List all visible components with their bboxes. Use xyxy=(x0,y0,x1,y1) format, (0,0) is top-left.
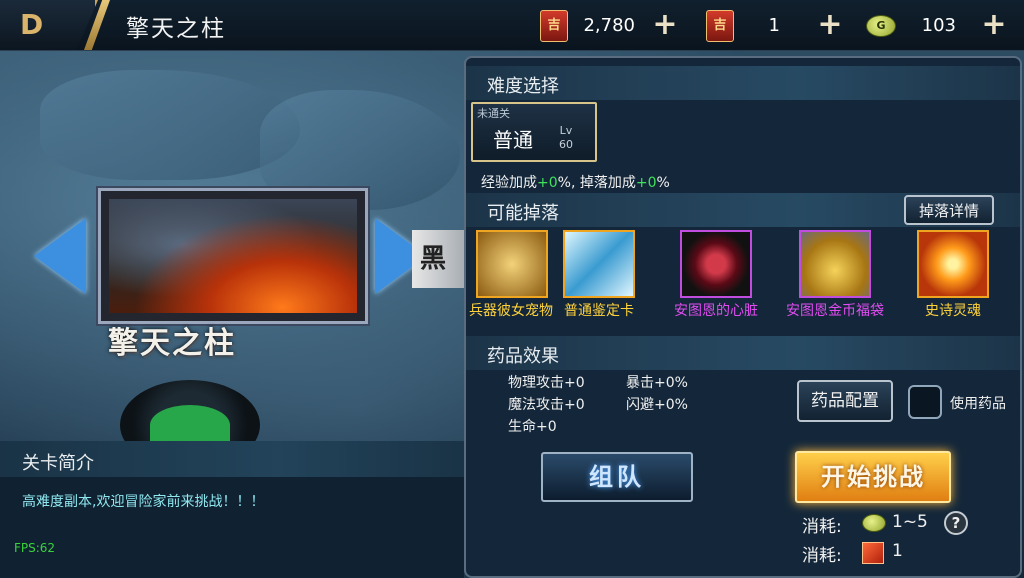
difficulty-status: 未通关 xyxy=(477,107,510,120)
stage-artwork xyxy=(109,199,357,313)
use-potion-label: 使用药品 xyxy=(950,396,1006,412)
intro-title: 关卡简介 xyxy=(22,453,94,474)
fps-counter: FPS:62 xyxy=(14,541,56,555)
intro-text: 高难度副本,欢迎冒险家前来挑战！！！ xyxy=(22,494,265,510)
difficulty-name: 普通 xyxy=(493,128,533,152)
bonus-line: 经验加成+0%, 掉落加成+0% xyxy=(481,172,670,192)
start-challenge-button[interactable]: 开始挑战 xyxy=(795,451,951,503)
critical-stat: 暴击+0% xyxy=(626,375,688,391)
exp-bonus-value: +0 xyxy=(537,175,558,191)
difficulty-title: 难度选择 xyxy=(487,76,559,97)
drop-item-slot[interactable] xyxy=(799,230,871,298)
add-currency-button[interactable]: + xyxy=(815,10,845,40)
exp-bonus-label: 经验加成 xyxy=(481,175,537,191)
difficulty-normal-button[interactable]: 未通关 普通 Lv 60 xyxy=(471,102,597,162)
hp-stat: 生命+0 xyxy=(508,419,557,435)
cost-label: 消耗: xyxy=(802,517,842,537)
ticket-icon xyxy=(862,542,884,564)
drop-list: 兵器彼女宠物 普通鉴定卡 安图恩的心脏 安图恩金币福袋 史诗灵魂 xyxy=(466,228,1020,324)
level-value: 60 xyxy=(559,138,573,151)
background-green-dial xyxy=(150,405,230,445)
bonus-suffix: % xyxy=(656,175,670,191)
drop-item-slot[interactable] xyxy=(917,230,989,298)
help-icon[interactable]: ? xyxy=(944,511,968,535)
physical-attack-stat: 物理攻击+0 xyxy=(508,375,585,391)
potion-config-button[interactable]: 药品配置 xyxy=(797,380,893,422)
drops-title: 可能掉落 xyxy=(487,203,559,224)
drop-details-button[interactable]: 掉落详情 xyxy=(904,195,994,225)
cost-label: 消耗: xyxy=(802,546,842,566)
potion-title: 药品效果 xyxy=(487,346,559,367)
drop-bonus-value: +0 xyxy=(635,175,657,191)
drop-item-name: 安图恩金币福袋 xyxy=(786,303,884,319)
drop-item-slot[interactable] xyxy=(476,230,548,298)
cost-coin-value: 1~5 xyxy=(892,512,928,532)
currency-value: 2,780 xyxy=(583,15,635,36)
drop-item-name: 安图恩的心脏 xyxy=(674,303,758,319)
difficulty-level: Lv 60 xyxy=(559,124,573,152)
currency-value: 103 xyxy=(921,15,956,36)
stage-name: 擎天之柱 xyxy=(108,326,236,361)
previous-stage-arrow-icon[interactable] xyxy=(34,218,86,294)
level-label: Lv xyxy=(559,124,573,137)
drop-item-slot[interactable] xyxy=(563,230,635,298)
add-currency-button[interactable]: + xyxy=(650,10,680,40)
add-currency-button[interactable]: + xyxy=(979,10,1009,40)
drop-item-name: 普通鉴定卡 xyxy=(564,303,634,319)
cost-ticket-value: 1 xyxy=(892,541,903,561)
currency-value: 1 xyxy=(768,15,780,36)
drop-bonus-label: %, 掉落加成 xyxy=(557,175,636,191)
use-potion-checkbox[interactable] xyxy=(908,385,942,419)
team-up-button[interactable]: 组队 xyxy=(541,452,693,502)
page-title: 擎天之柱 xyxy=(126,16,226,42)
gold-coin-icon xyxy=(862,514,886,532)
drop-item-name: 史诗灵魂 xyxy=(925,303,981,319)
stage-thumbnail[interactable] xyxy=(98,188,368,324)
back-arrow-icon: D xyxy=(20,8,44,41)
dodge-stat: 闪避+0% xyxy=(626,397,688,413)
drop-item-slot[interactable] xyxy=(680,230,752,298)
magic-attack-stat: 魔法攻击+0 xyxy=(508,397,585,413)
